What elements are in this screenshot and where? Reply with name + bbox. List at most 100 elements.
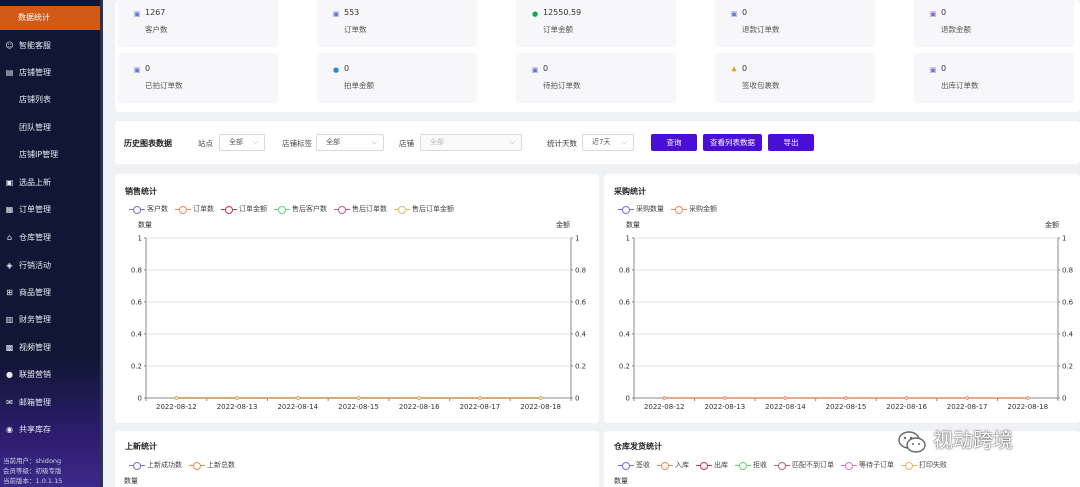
sidebar-item-label: 邮箱管理 <box>19 398 51 407</box>
globe-icon: ◉ <box>6 425 13 434</box>
new-listing-left-axis-label: 数量 <box>124 477 138 485</box>
legend-item[interactable]: 拒收 <box>735 460 767 470</box>
legend-label: 上新成功数 <box>147 461 182 469</box>
y-tick-label: 0.8 <box>619 267 630 275</box>
query-button[interactable]: 查询 <box>651 134 697 151</box>
stat-days-select-value: 近7天 <box>592 138 611 146</box>
sales-chart-title: 销售统计 <box>125 187 157 196</box>
stat-card: ▣ 0 待拍订单数 <box>516 53 676 103</box>
stat-label: 客户数 <box>145 25 168 34</box>
refund-order-icon: ▣ <box>730 10 738 18</box>
sidebar-item-10[interactable]: ⊞ 商品管理 <box>0 283 103 303</box>
sidebar-item-11[interactable]: ▥ 财务管理 <box>0 310 103 330</box>
legend-marker-icon <box>696 461 712 470</box>
history-chart-title: 历史图表数据 <box>124 139 172 148</box>
shop-tag-select[interactable]: 全部 ⌵ <box>316 134 384 151</box>
sidebar-item-9[interactable]: ◈ 行销活动 <box>0 256 103 276</box>
legend-item[interactable]: 采购金额 <box>671 204 717 214</box>
chevron-down-icon: ⌵ <box>252 138 258 146</box>
legend-item[interactable]: 匹配不到订单 <box>774 460 834 470</box>
wallet-icon: ▥ <box>5 315 14 324</box>
y-tick-label: 0.2 <box>131 363 142 371</box>
legend-item[interactable]: 售后订单数 <box>334 204 387 214</box>
y2-tick-label: 0.2 <box>575 363 586 371</box>
sidebar-item-3[interactable]: 店铺列表 <box>0 90 103 110</box>
legend-label: 匹配不到订单 <box>792 461 834 469</box>
x-tick-label: 2022-08-15 <box>826 403 867 411</box>
legend-marker-icon <box>841 461 857 470</box>
legend-item[interactable]: 订单数 <box>175 204 214 214</box>
package-icon: ♣ <box>730 66 738 74</box>
view-list-data-button[interactable]: 查看列表数据 <box>703 134 762 151</box>
y-tick-label: 0.6 <box>619 299 631 307</box>
wechat-logo-icon <box>898 430 926 453</box>
legend-item[interactable]: 售后客户数 <box>274 204 327 214</box>
warehouse-left-axis-label: 数量 <box>614 477 628 485</box>
y-tick-label: 0.2 <box>619 363 630 371</box>
legend-label: 等待子订单 <box>859 461 894 469</box>
sidebar-item-data-stats[interactable]: 数据统计 <box>0 6 100 30</box>
legend-item[interactable]: 等待子订单 <box>841 460 894 470</box>
sidebar-item-13[interactable]: ● 联盟营销 <box>0 365 103 385</box>
stat-value: 0 <box>344 64 350 73</box>
y2-tick-label: 0.2 <box>1062 363 1073 371</box>
sidebar-scrollbar[interactable] <box>100 0 103 487</box>
site-label: 站点 <box>198 139 213 148</box>
site-select-value: 全部 <box>229 138 243 146</box>
legend-item[interactable]: 采购数量 <box>618 204 664 214</box>
sidebar-item-7[interactable]: ▦ 订单管理 <box>0 200 103 220</box>
shop-select[interactable]: 全部 ⌵ <box>420 134 522 151</box>
legend-item[interactable]: 订单金额 <box>221 204 267 214</box>
stat-label: 订单金额 <box>543 25 573 34</box>
sidebar-item-14[interactable]: ✉ 邮箱管理 <box>0 393 103 413</box>
shop-tag-select-value: 全部 <box>326 138 340 146</box>
y2-tick-label: 1 <box>575 235 579 243</box>
x-tick-label: 2022-08-16 <box>886 403 927 411</box>
stat-label: 拍单金额 <box>344 81 374 90</box>
legend-item[interactable]: 打印失败 <box>901 460 947 470</box>
legend-item[interactable]: 签收 <box>618 460 650 470</box>
site-select[interactable]: 全部 ⌵ <box>219 134 265 151</box>
customer-icon: ▣ <box>133 10 141 18</box>
legend-label: 客户数 <box>147 205 168 213</box>
legend-item[interactable]: 上新成功数 <box>129 460 182 470</box>
sidebar-item-12[interactable]: ▩ 视频管理 <box>0 338 103 358</box>
warehouse-chart-legend: 签收 入库 出库 拒收 匹配不到订单 等待子订单 打印失败 <box>618 460 954 470</box>
stat-days-label: 统计天数 <box>547 139 577 148</box>
stat-card: ▣ 0 出库订单数 <box>914 53 1074 103</box>
stat-card: ▣ 553 订单数 <box>317 0 477 47</box>
legend-marker-icon <box>901 461 917 470</box>
legend-label: 入库 <box>675 461 689 469</box>
chevron-down-icon: ⌵ <box>371 138 377 146</box>
stat-value: 0 <box>145 64 151 73</box>
sidebar-item-15[interactable]: ◉ 共享库存 <box>0 420 103 440</box>
sidebar-item-6[interactable]: ▣ 选品上新 <box>0 173 103 193</box>
sidebar-item-label: 店铺列表 <box>19 95 51 104</box>
legend-item[interactable]: 入库 <box>657 460 689 470</box>
sidebar-item-4[interactable]: 团队管理 <box>0 118 103 138</box>
sidebar-item-8[interactable]: ⌂ 仓库管理 <box>0 228 103 248</box>
stat-value: 0 <box>941 8 947 17</box>
sidebar: 数据统计 ☺ 智能客服 ▤ 店铺管理店铺列表团队管理店铺IP管理 ▣ 选品上新 ▦ 订单管理 ⌂… <box>0 0 103 487</box>
legend-item[interactable]: 客户数 <box>129 204 168 214</box>
legend-item[interactable]: 售后订单金额 <box>394 204 454 214</box>
y2-tick-label: 0 <box>1062 395 1066 403</box>
stat-days-select[interactable]: 近7天 ⌵ <box>582 134 634 151</box>
user-icon: ● <box>6 370 13 379</box>
stat-label: 待拍订单数 <box>543 81 581 90</box>
sidebar-item-1[interactable]: ☺ 智能客服 <box>0 36 103 56</box>
y2-tick-label: 0.8 <box>575 267 586 275</box>
legend-item[interactable]: 上新总数 <box>189 460 235 470</box>
sidebar-item-2[interactable]: ▤ 店铺管理 <box>0 63 103 83</box>
sidebar-item-5[interactable]: 店铺IP管理 <box>0 145 103 165</box>
legend-marker-icon <box>334 205 350 214</box>
stat-value: 0 <box>742 64 748 73</box>
export-button[interactable]: 导出 <box>768 134 814 151</box>
legend-item[interactable]: 出库 <box>696 460 728 470</box>
cart-icon: ⊞ <box>6 288 13 297</box>
x-tick-label: 2022-08-18 <box>520 403 561 411</box>
warehouse-chart-title: 仓库发货统计 <box>614 442 662 451</box>
outbound-icon: ▣ <box>929 66 937 74</box>
data-point <box>538 396 543 400</box>
video-icon: ▩ <box>5 343 14 352</box>
